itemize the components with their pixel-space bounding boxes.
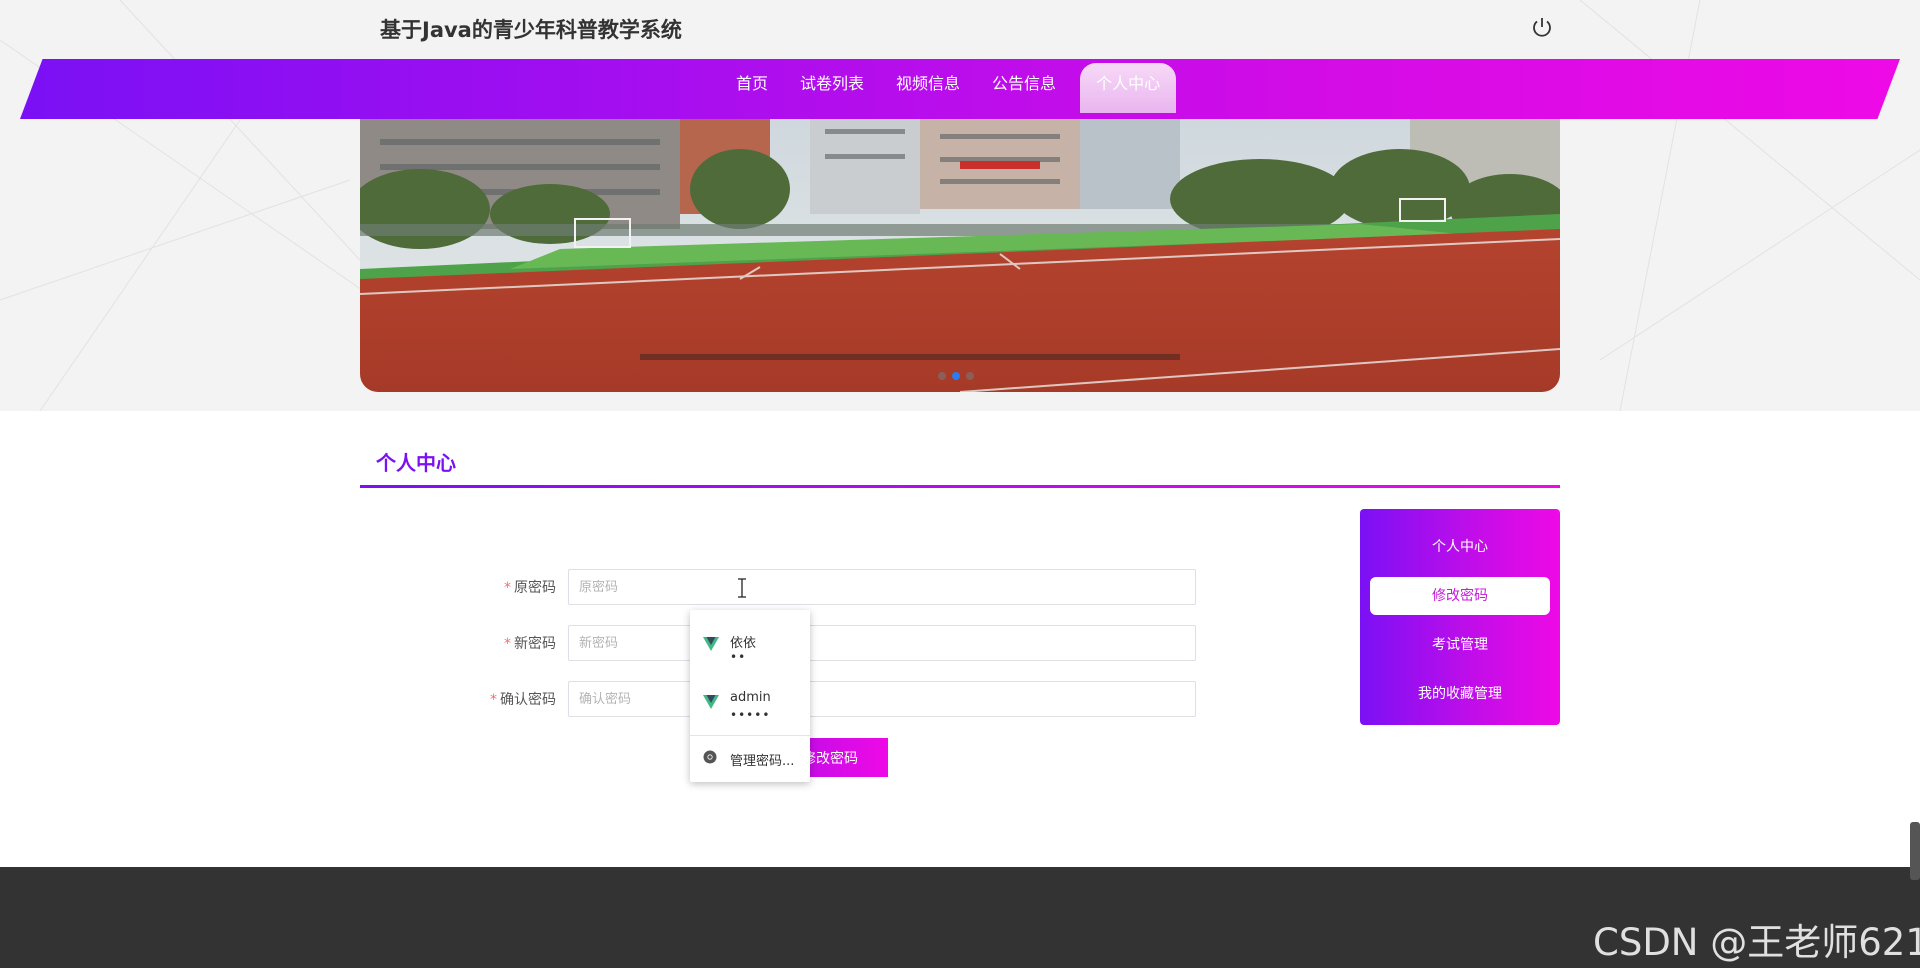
section-divider [360, 485, 1560, 488]
manage-passwords-item[interactable]: 管理密码... [690, 736, 810, 780]
side-menu: 个人中心 修改密码 考试管理 我的收藏管理 [1360, 509, 1560, 725]
new-password-label: * 新密码 [504, 636, 556, 652]
nav-item-personal-center[interactable]: 个人中心 [1080, 63, 1177, 113]
side-item-change-password[interactable]: 修改密码 [1370, 577, 1550, 615]
new-password-input[interactable] [568, 625, 1196, 661]
school-playground-image [360, 119, 1560, 392]
power-icon[interactable] [1530, 16, 1554, 40]
password-autofill-popup: 依依 •• admin ••••• 管理密码... [690, 610, 810, 782]
vue-logo-icon [703, 637, 719, 651]
form-row-new-password: * 新密码 [480, 625, 1196, 661]
main-nav: 首页 试卷列表 视频信息 公告信息 个人中心 [720, 62, 1177, 114]
side-item-favorites-management[interactable]: 我的收藏管理 [1370, 675, 1550, 713]
vue-logo-icon [703, 695, 719, 709]
autofill-entry-name: admin [730, 690, 771, 705]
form-row-old-password: * 原密码 [480, 569, 1196, 605]
manage-passwords-label: 管理密码... [730, 754, 795, 769]
banner-dot-3[interactable] [966, 372, 974, 380]
section-title: 个人中心 [376, 451, 456, 475]
watermark: CSDN @王老师621 [1593, 921, 1920, 964]
banner-dot-2[interactable] [952, 372, 960, 380]
old-password-input[interactable] [568, 569, 1196, 605]
nav-item-videos[interactable]: 视频信息 [880, 63, 976, 113]
site-title: 基于Java的青少年科普教学系统 [380, 18, 682, 42]
autofill-entry-name: 依依 [730, 636, 757, 651]
chrome-icon [703, 750, 717, 764]
banner-dots [938, 372, 974, 380]
form-row-confirm-password: * 确认密码 [480, 681, 1196, 717]
confirm-password-input[interactable] [568, 681, 1196, 717]
autofill-entry-password: ••••• [730, 708, 771, 722]
autofill-entry-1[interactable]: 依依 •• [690, 618, 810, 674]
nav-item-exam-list[interactable]: 试卷列表 [784, 63, 880, 113]
nav-item-home[interactable]: 首页 [720, 63, 784, 113]
autofill-entry-2[interactable]: admin ••••• [690, 676, 810, 732]
side-item-exam-management[interactable]: 考试管理 [1370, 626, 1550, 664]
scrollbar-handle[interactable] [1910, 822, 1920, 880]
header: 基于Java的青少年科普教学系统 [0, 0, 1920, 58]
text-cursor-icon [738, 578, 746, 598]
confirm-password-label: * 确认密码 [490, 692, 556, 708]
banner-dot-1[interactable] [938, 372, 946, 380]
old-password-label: * 原密码 [504, 580, 556, 596]
nav-item-announcements[interactable]: 公告信息 [976, 63, 1072, 113]
banner-image [360, 119, 1560, 392]
side-item-personal-center[interactable]: 个人中心 [1370, 528, 1550, 566]
autofill-entry-password: •• [730, 650, 747, 664]
